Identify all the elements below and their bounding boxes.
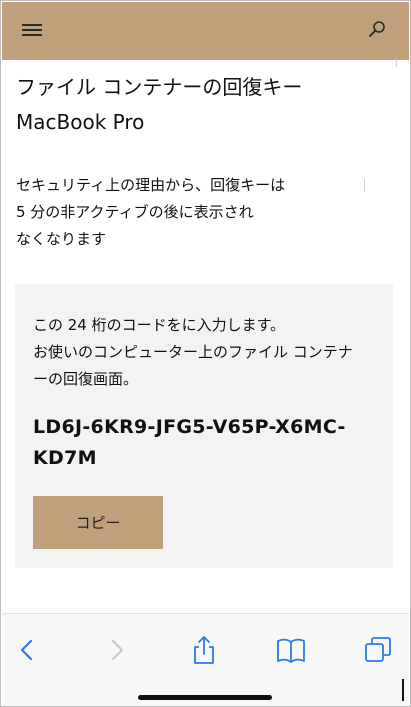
- instruction-text: この 24 桁のコードをに入力します。 お使いのコンピューター上のファイル コン…: [33, 312, 378, 393]
- browser-frame: ファイル コンテナーの回復キー MacBook Pro セキュリティ上の理由から…: [0, 0, 411, 707]
- forward-icon[interactable]: [100, 634, 132, 666]
- recovery-code[interactable]: LD6J-6KR9-JFG5-V65P-X6MC- KD7M: [33, 412, 383, 474]
- scroll-mark: [396, 59, 397, 67]
- instruction-line: お使いのコンピューター上のファイル コンテナ: [33, 343, 353, 361]
- divider-mark: [364, 178, 365, 192]
- recovery-key-card: この 24 桁のコードをに入力します。 お使いのコンピューター上のファイル コン…: [15, 284, 393, 568]
- browser-toolbar: [2, 613, 409, 706]
- copy-button[interactable]: コピー: [33, 496, 163, 549]
- device-name: MacBook Pro: [16, 110, 145, 134]
- page-title: ファイル コンテナーの回復キー: [16, 75, 303, 99]
- recovery-code-line: LD6J-6KR9-JFG5-V65P-X6MC-: [33, 416, 346, 438]
- text-cursor-mark: [402, 679, 404, 701]
- security-message: セキュリティ上の理由から、回復キーは 5 分の非アクティブの後に表示され なくな…: [16, 172, 306, 253]
- security-message-line: セキュリティ上の理由から、回復キーは: [16, 176, 286, 194]
- security-message-line: 5 分の非アクティブの後に表示され: [16, 203, 254, 221]
- hamburger-menu-icon[interactable]: [20, 19, 46, 43]
- tabs-icon[interactable]: [362, 634, 394, 666]
- instruction-line: ーの回復画面。: [33, 370, 139, 388]
- header-bar: [2, 2, 409, 60]
- back-icon[interactable]: [12, 634, 44, 666]
- recovery-code-line: KD7M: [33, 447, 97, 469]
- security-message-line: なくなります: [16, 230, 107, 248]
- bookmarks-icon[interactable]: [275, 634, 307, 666]
- search-icon[interactable]: [365, 18, 389, 42]
- share-icon[interactable]: [188, 634, 220, 666]
- instruction-line: この 24 桁のコードをに入力します。: [33, 316, 286, 334]
- home-indicator[interactable]: [138, 695, 272, 700]
